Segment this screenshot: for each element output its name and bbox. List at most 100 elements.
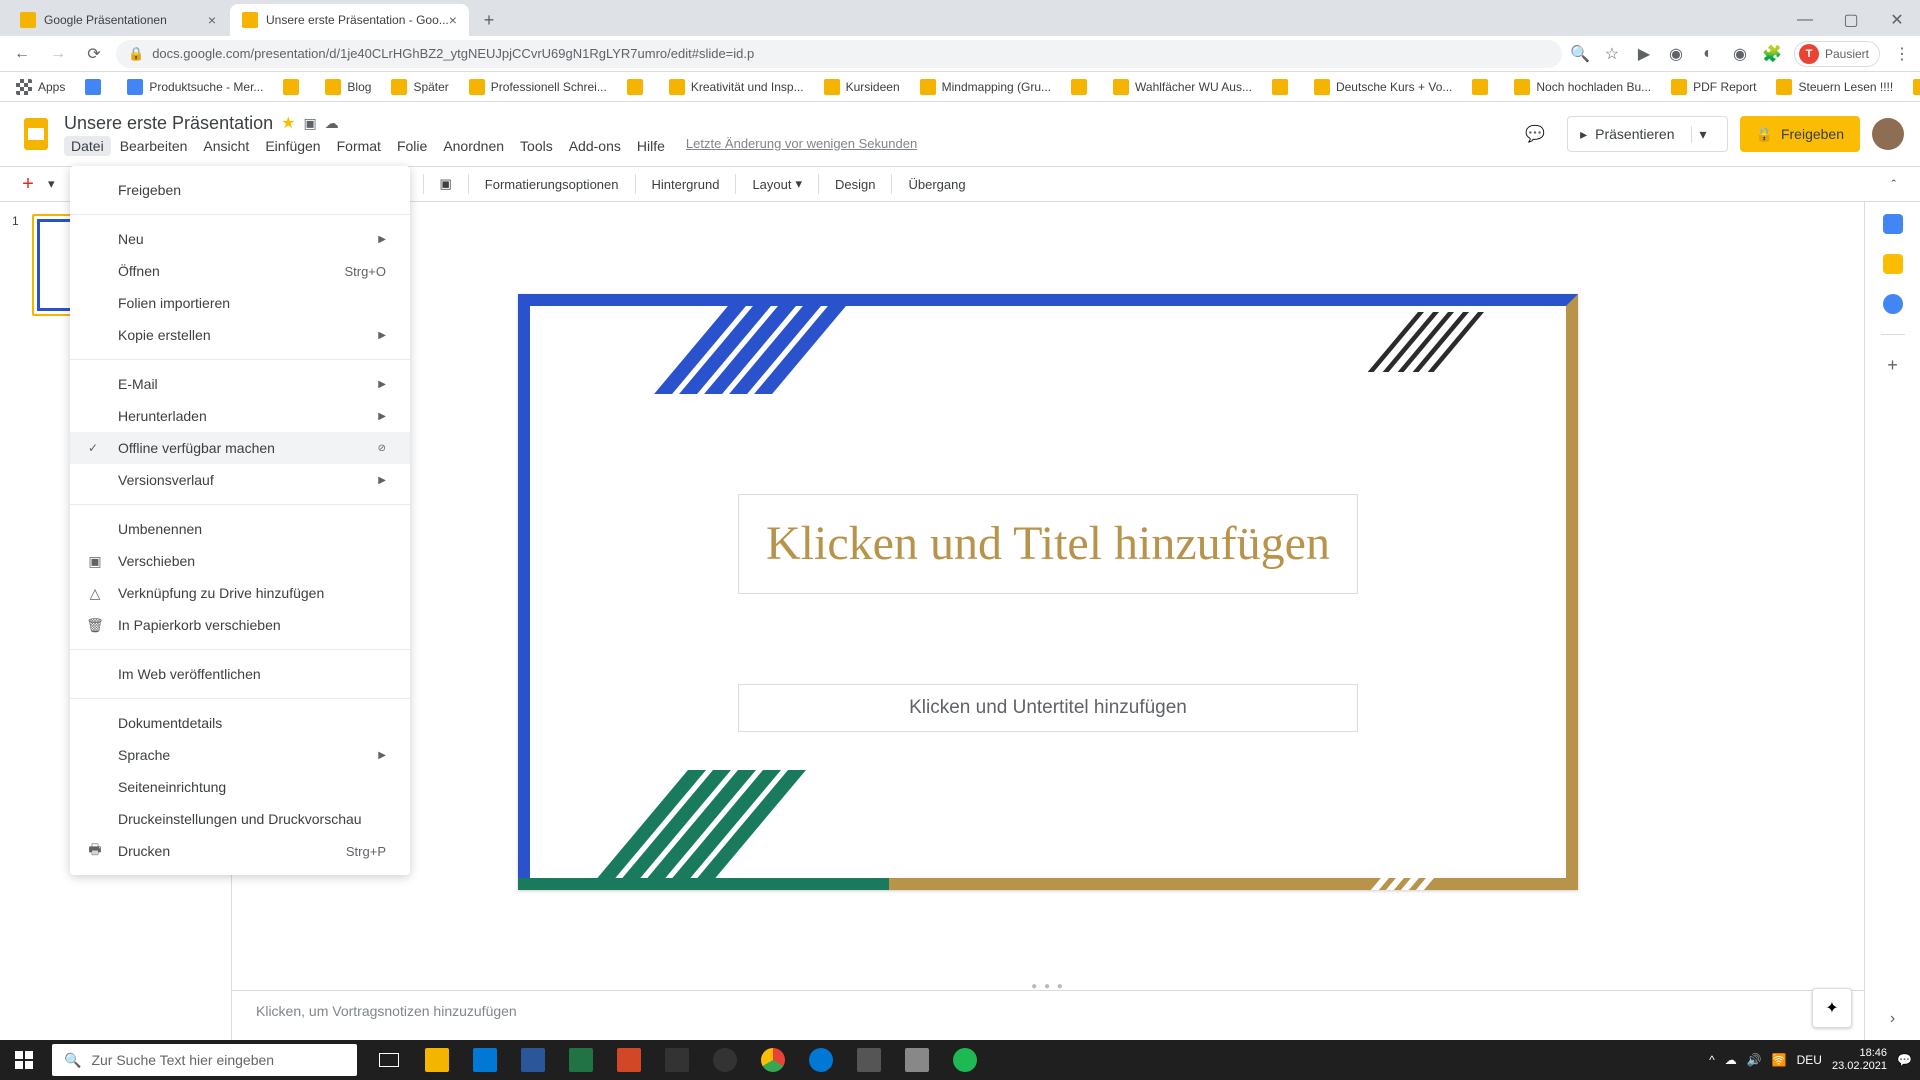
- move-icon[interactable]: ▣: [303, 115, 316, 132]
- format-options-button[interactable]: Formatierungsoptionen: [477, 173, 627, 196]
- menu-ansicht[interactable]: Ansicht: [196, 136, 256, 156]
- calendar-addon-icon[interactable]: [1883, 214, 1903, 234]
- menu-einfuegen[interactable]: Einfügen: [258, 136, 327, 156]
- menu-format[interactable]: Format: [330, 136, 388, 156]
- bookmark-apps[interactable]: Apps: [8, 75, 73, 99]
- systray-notifications-icon[interactable]: 💬: [1897, 1053, 1912, 1067]
- menu-anordnen[interactable]: Anordnen: [436, 136, 511, 156]
- taskbar-word[interactable]: [509, 1040, 557, 1080]
- menu-trash[interactable]: 🗑In Papierkorb verschieben: [70, 609, 410, 641]
- bookmark-item[interactable]: Deutsche Kurs + Vo...: [1306, 75, 1460, 99]
- browser-tab-2[interactable]: Unsere erste Präsentation - Goo... ×: [230, 4, 469, 36]
- extension-icon[interactable]: ◉: [1666, 44, 1686, 64]
- bookmark-item[interactable]: [77, 75, 115, 99]
- new-tab-button[interactable]: +: [475, 6, 503, 34]
- address-bar[interactable]: 🔒 docs.google.com/presentation/d/1je40CL…: [116, 40, 1562, 68]
- comments-button[interactable]: 💬: [1515, 114, 1555, 154]
- systray-network-icon[interactable]: 🛜: [1772, 1053, 1787, 1067]
- bookmark-item[interactable]: Wahlfächer WU Aus...: [1105, 75, 1260, 99]
- taskbar-excel[interactable]: [557, 1040, 605, 1080]
- menu-language[interactable]: Sprache▶: [70, 739, 410, 771]
- subtitle-placeholder[interactable]: Klicken und Untertitel hinzufügen: [738, 684, 1358, 732]
- menu-publish[interactable]: Im Web veröffentlichen: [70, 658, 410, 690]
- systray-volume-icon[interactable]: 🔊: [1747, 1053, 1762, 1067]
- slide-canvas[interactable]: Klicken und Titel hinzufügen Klicken und…: [518, 294, 1578, 890]
- keep-addon-icon[interactable]: [1883, 254, 1903, 274]
- taskbar-explorer[interactable]: [413, 1040, 461, 1080]
- new-slide-dropdown[interactable]: ▾: [40, 172, 63, 196]
- theme-button[interactable]: Design: [827, 173, 883, 196]
- menu-bearbeiten[interactable]: Bearbeiten: [113, 136, 195, 156]
- slides-logo-icon[interactable]: [16, 114, 56, 154]
- close-tab-icon[interactable]: ×: [208, 12, 216, 28]
- menu-offline[interactable]: ✓Offline verfügbar machen⊘: [70, 432, 410, 464]
- tool-icon[interactable]: ▣: [432, 172, 460, 196]
- collapse-toolbar-icon[interactable]: ˆ: [1884, 173, 1904, 196]
- star-icon[interactable]: ★: [281, 113, 295, 133]
- menu-details[interactable]: Dokumentdetails: [70, 707, 410, 739]
- bookmark-item[interactable]: Produktsuche - Mer...: [119, 75, 271, 99]
- start-button[interactable]: [0, 1040, 48, 1080]
- bookmark-item[interactable]: Noch hochladen Bu...: [1506, 75, 1659, 99]
- chrome-menu-icon[interactable]: ⋮: [1892, 44, 1912, 64]
- taskbar-app[interactable]: [845, 1040, 893, 1080]
- close-window-button[interactable]: ✕: [1874, 4, 1920, 36]
- bookmark-item[interactable]: [1264, 75, 1302, 99]
- present-button[interactable]: ▸ Präsentieren ▾: [1567, 116, 1727, 152]
- taskbar-app[interactable]: [701, 1040, 749, 1080]
- menu-datei[interactable]: Datei: [64, 136, 111, 156]
- add-addon-button[interactable]: +: [1883, 355, 1903, 375]
- bookmark-item[interactable]: Später: [383, 75, 456, 99]
- cloud-status-icon[interactable]: ☁: [325, 115, 339, 132]
- title-placeholder[interactable]: Klicken und Titel hinzufügen: [738, 494, 1358, 594]
- menu-download[interactable]: Herunterladen▶: [70, 400, 410, 432]
- bookmark-item[interactable]: Mindmapping (Gru...: [912, 75, 1059, 99]
- minimize-button[interactable]: —: [1782, 4, 1828, 36]
- menu-tools[interactable]: Tools: [513, 136, 560, 156]
- explore-button[interactable]: ✦: [1812, 988, 1852, 1028]
- back-button[interactable]: ←: [8, 40, 36, 68]
- menu-new[interactable]: Neu▶: [70, 223, 410, 255]
- bookmark-item[interactable]: Kursideen: [816, 75, 908, 99]
- share-button[interactable]: 🔒 Freigeben: [1740, 116, 1860, 152]
- menu-open[interactable]: ÖffnenStrg+O: [70, 255, 410, 287]
- background-button[interactable]: Hintergrund: [644, 173, 728, 196]
- doc-title[interactable]: Unsere erste Präsentation: [64, 113, 273, 134]
- taskbar-chrome[interactable]: [749, 1040, 797, 1080]
- systray-clock[interactable]: 18:46 23.02.2021: [1832, 1047, 1887, 1073]
- bookmark-item[interactable]: Kreativität und Insp...: [661, 75, 812, 99]
- bookmark-item[interactable]: [1464, 75, 1502, 99]
- reload-button[interactable]: ⟳: [80, 40, 108, 68]
- media-icon[interactable]: ▶: [1634, 44, 1654, 64]
- notes-resize-handle[interactable]: ● ● ●: [232, 982, 1864, 990]
- bookmark-item[interactable]: PDF Report: [1663, 75, 1764, 99]
- menu-history[interactable]: Versionsverlauf▶: [70, 464, 410, 496]
- taskbar-app[interactable]: [893, 1040, 941, 1080]
- extension-icon[interactable]: ◉: [1730, 44, 1750, 64]
- browser-tab-1[interactable]: Google Präsentationen ×: [8, 4, 228, 36]
- menu-print-settings[interactable]: Druckeinstellungen und Druckvorschau: [70, 803, 410, 835]
- task-view-button[interactable]: [365, 1040, 413, 1080]
- bookmark-item[interactable]: [1063, 75, 1101, 99]
- taskbar-edge[interactable]: [461, 1040, 509, 1080]
- menu-drive-shortcut[interactable]: △Verknüpfung zu Drive hinzufügen: [70, 577, 410, 609]
- systray-onedrive-icon[interactable]: ☁: [1725, 1053, 1737, 1067]
- user-avatar[interactable]: [1872, 118, 1904, 150]
- bookmark-item[interactable]: Blog: [317, 75, 379, 99]
- menu-folie[interactable]: Folie: [390, 136, 434, 156]
- bookmark-item[interactable]: [275, 75, 313, 99]
- taskbar-app[interactable]: [653, 1040, 701, 1080]
- menu-share[interactable]: Freigeben: [70, 174, 410, 206]
- transition-button[interactable]: Übergang: [900, 173, 973, 196]
- taskbar-search[interactable]: 🔍Zur Suche Text hier eingeben: [52, 1044, 357, 1076]
- bookmark-star-icon[interactable]: ☆: [1602, 44, 1622, 64]
- menu-email[interactable]: E-Mail▶: [70, 368, 410, 400]
- layout-button[interactable]: Layout ▾: [744, 172, 810, 196]
- taskbar-spotify[interactable]: [941, 1040, 989, 1080]
- account-button[interactable]: T Pausiert: [1794, 41, 1880, 67]
- systray-chevron-icon[interactable]: ^: [1709, 1053, 1715, 1067]
- zoom-icon[interactable]: 🔍: [1570, 44, 1590, 64]
- taskbar-powerpoint[interactable]: [605, 1040, 653, 1080]
- menu-addons[interactable]: Add-ons: [562, 136, 628, 156]
- menu-copy[interactable]: Kopie erstellen▶: [70, 319, 410, 351]
